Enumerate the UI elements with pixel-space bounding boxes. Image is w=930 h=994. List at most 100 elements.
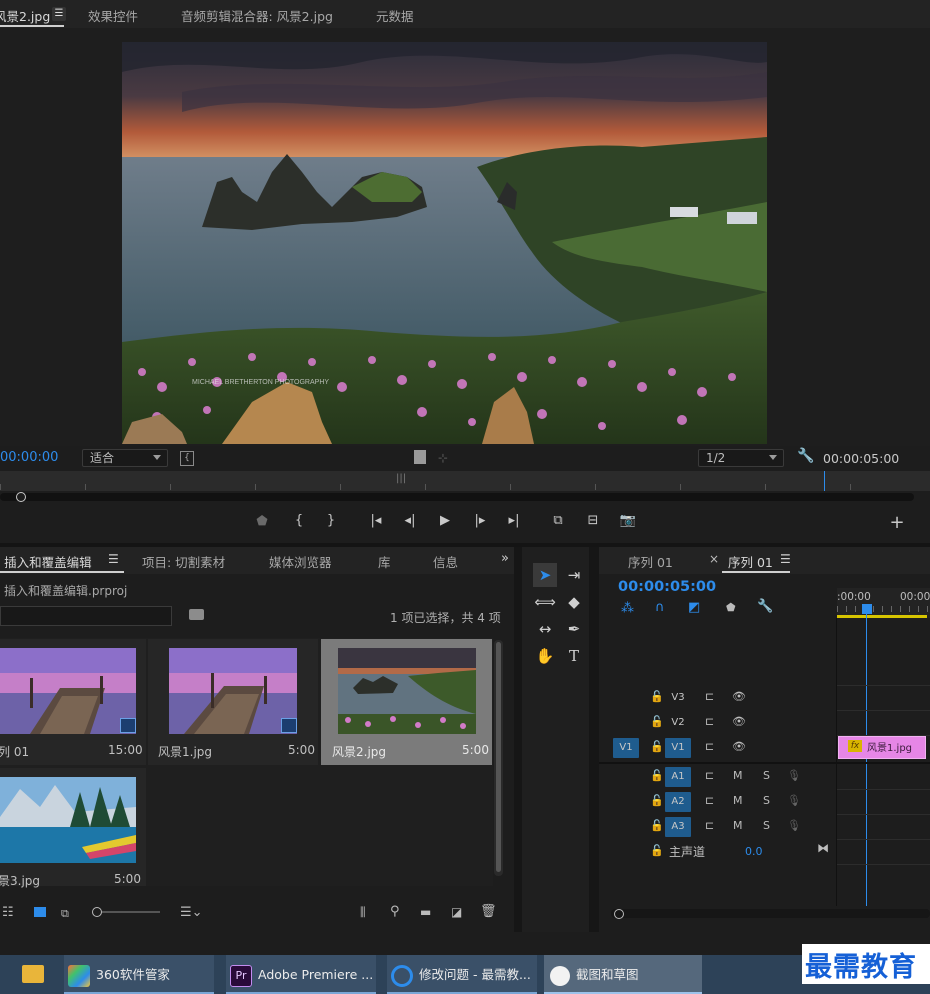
track-v2-label[interactable]: V2 bbox=[665, 713, 691, 733]
list-view-icon[interactable]: ☷ bbox=[2, 905, 14, 920]
overwrite-icon[interactable]: ⊟ bbox=[582, 513, 604, 528]
source-playhead-handle[interactable] bbox=[16, 492, 26, 502]
source-out-point-marker[interactable] bbox=[824, 471, 825, 491]
automate-sequence-icon[interactable]: ⫼ bbox=[360, 905, 366, 920]
tab-info[interactable]: 信息 bbox=[433, 552, 458, 571]
mark-out-icon[interactable]: } bbox=[320, 513, 342, 528]
sync-lock-icon[interactable]: ⊏ bbox=[705, 690, 714, 703]
film-icon[interactable] bbox=[414, 450, 426, 464]
taskbar-item-browser[interactable]: 修改问题 - 最需教... bbox=[387, 955, 537, 994]
go-to-out-icon[interactable]: ▸| bbox=[503, 513, 525, 528]
tab-sequence-01-a[interactable]: 序列 01 bbox=[628, 552, 673, 571]
track-a1-label[interactable]: A1 bbox=[665, 767, 691, 787]
track-a2[interactable]: 🔓 A2 ⊏ M S 🎙 bbox=[601, 790, 836, 814]
source-patch-v1[interactable]: V1 bbox=[613, 738, 639, 758]
mute-button[interactable]: M bbox=[733, 819, 743, 832]
insert-icon[interactable]: ⧉ bbox=[547, 513, 569, 528]
type-tool-icon[interactable]: T bbox=[562, 644, 586, 668]
snap-nest-icon[interactable]: ⁂ bbox=[621, 601, 634, 616]
pen-icon[interactable]: ✒ bbox=[562, 617, 586, 641]
fit-dropdown[interactable]: 适合 bbox=[82, 449, 168, 467]
source-scroll-track[interactable] bbox=[0, 493, 914, 501]
eye-icon[interactable]: 👁 bbox=[732, 740, 746, 753]
timeline-settings-icon[interactable]: 🔧 bbox=[757, 599, 773, 614]
more-panels-icon[interactable]: » bbox=[501, 551, 509, 566]
track-v1[interactable]: V1 🔓 V1 ⊏ 👁 bbox=[601, 736, 836, 760]
panel-menu-icon[interactable]: ☰ bbox=[52, 7, 66, 21]
add-marker-icon[interactable]: ⬟ bbox=[251, 514, 273, 529]
mute-button[interactable]: M bbox=[733, 794, 743, 807]
timeline-playhead-line[interactable] bbox=[866, 614, 867, 906]
track-select-icon[interactable]: ⇥ bbox=[562, 563, 586, 587]
mic-icon[interactable]: 🎙 bbox=[787, 819, 801, 832]
snap-icon[interactable]: ∩ bbox=[655, 600, 665, 615]
lock-icon[interactable]: 🔓 bbox=[650, 690, 664, 703]
track-v3[interactable]: 🔓 V3 ⊏ 👁 bbox=[601, 686, 836, 710]
solo-button[interactable]: S bbox=[763, 769, 770, 782]
mark-in-icon[interactable]: { bbox=[288, 513, 310, 528]
search-icon[interactable]: ⚲ bbox=[390, 904, 400, 919]
timeline-timecode[interactable]: 00:00:05:00 bbox=[618, 579, 716, 595]
step-forward-icon[interactable]: |▸ bbox=[469, 513, 491, 528]
solo-button[interactable]: S bbox=[763, 794, 770, 807]
tab-library[interactable]: 库 bbox=[378, 552, 391, 571]
go-to-end-icon[interactable]: ⧓ bbox=[817, 841, 829, 855]
mute-button[interactable]: M bbox=[733, 769, 743, 782]
source-timecode-in[interactable]: 00:00:00 bbox=[0, 450, 58, 465]
export-frame-icon[interactable]: 📷 bbox=[617, 513, 639, 528]
tab-source-monitor[interactable]: 风景2.jpg bbox=[0, 6, 50, 25]
track-a2-label[interactable]: A2 bbox=[665, 792, 691, 812]
tab-media-browser[interactable]: 媒体浏览器 bbox=[269, 552, 332, 571]
master-volume-value[interactable]: 0.0 bbox=[745, 845, 763, 858]
sync-lock-icon[interactable]: ⊏ bbox=[705, 740, 714, 753]
button-editor-plus-icon[interactable]: + bbox=[886, 512, 908, 533]
lock-icon[interactable]: 🔓 bbox=[650, 794, 664, 807]
step-back-icon[interactable]: ◂| bbox=[399, 513, 421, 528]
sync-lock-icon[interactable]: ⊏ bbox=[705, 794, 714, 807]
sync-lock-icon[interactable]: ⊏ bbox=[705, 819, 714, 832]
lock-icon[interactable]: 🔓 bbox=[650, 844, 664, 857]
mic-icon[interactable]: 🎙 bbox=[787, 794, 801, 807]
timeline-menu-icon[interactable]: ☰ bbox=[780, 552, 791, 566]
eye-icon[interactable]: 👁 bbox=[732, 715, 746, 728]
taskbar-item-premiere[interactable]: Pr Adobe Premiere ... bbox=[226, 955, 376, 994]
timeline-scroll-handle[interactable] bbox=[614, 909, 624, 919]
sort-icon[interactable]: ☰⌄ bbox=[180, 905, 203, 920]
icon-view-icon[interactable] bbox=[34, 907, 46, 917]
mic-icon[interactable]: 🎙 bbox=[787, 769, 801, 782]
track-v3-label[interactable]: V3 bbox=[665, 688, 691, 708]
timeline-playhead-handle[interactable] bbox=[862, 604, 872, 614]
lock-icon[interactable]: 🔓 bbox=[650, 769, 664, 782]
slip-icon[interactable]: ↔ bbox=[533, 617, 557, 641]
sync-lock-icon[interactable]: ⊏ bbox=[705, 769, 714, 782]
tab-effect-controls[interactable]: 效果控件 bbox=[88, 6, 138, 25]
file-explorer-icon[interactable] bbox=[22, 965, 44, 983]
work-area-bar[interactable] bbox=[837, 615, 927, 618]
new-item-icon[interactable]: ◪ bbox=[451, 905, 462, 919]
play-icon[interactable]: ▶ bbox=[434, 513, 456, 528]
hand-icon[interactable]: ✋ bbox=[533, 644, 557, 668]
track-v2[interactable]: 🔓 V2 ⊏ 👁 bbox=[601, 711, 836, 735]
track-a3-label[interactable]: A3 bbox=[665, 817, 691, 837]
tab-sequence-01-b[interactable]: 序列 01 bbox=[728, 552, 773, 571]
fx-badge[interactable]: fx bbox=[848, 740, 862, 752]
tab-project-insert-overwrite[interactable]: : 插入和覆盖编辑 bbox=[0, 552, 92, 571]
linked-selection-icon[interactable]: ◩ bbox=[688, 600, 700, 615]
tab-audio-clip-mixer[interactable]: 音频剪辑混合器: 风景2.jpg bbox=[181, 6, 333, 25]
selection-tool-icon[interactable]: ➤ bbox=[533, 563, 557, 587]
lock-icon[interactable]: 🔓 bbox=[650, 740, 664, 753]
solo-button[interactable]: S bbox=[763, 819, 770, 832]
eye-icon[interactable]: 👁 bbox=[732, 690, 746, 703]
wrench-icon[interactable]: 🔧 bbox=[797, 448, 814, 464]
lock-icon[interactable]: 🔓 bbox=[650, 715, 664, 728]
lock-icon[interactable]: 🔓 bbox=[650, 819, 664, 832]
freeform-view-icon[interactable]: ⧉ bbox=[61, 907, 69, 921]
go-to-in-icon[interactable]: |◂ bbox=[365, 513, 387, 528]
settings-box-icon[interactable]: { bbox=[180, 451, 194, 466]
add-marker-timeline-icon[interactable]: ⬟ bbox=[726, 601, 736, 614]
track-v1-label[interactable]: V1 bbox=[665, 738, 691, 758]
project-scrollbar-thumb[interactable] bbox=[496, 642, 501, 872]
tab-project-cut-clips[interactable]: 项目: 切割素材 bbox=[142, 552, 225, 571]
drag-audio-icon[interactable]: ⊹ bbox=[438, 451, 448, 465]
ripple-edit-icon[interactable]: ⟺ bbox=[533, 590, 557, 614]
